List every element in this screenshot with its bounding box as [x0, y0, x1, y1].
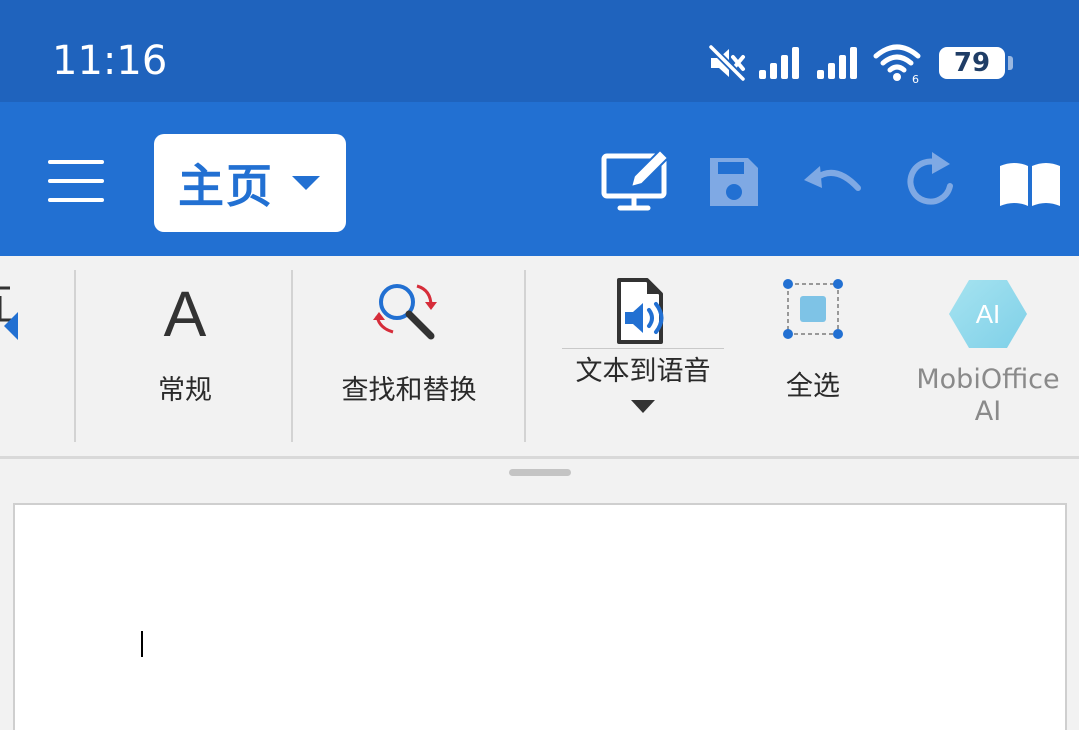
- menu-button[interactable]: [48, 158, 106, 204]
- select-all-button[interactable]: 全选: [780, 276, 846, 403]
- save-icon[interactable]: [706, 154, 762, 210]
- text-to-speech-button[interactable]: 文本到语音: [562, 276, 724, 413]
- status-icons: 6 79: [707, 38, 1015, 88]
- ribbon-separator: [74, 270, 76, 442]
- ribbon-drag-handle[interactable]: [509, 469, 571, 476]
- find-replace-button[interactable]: 查找和替换: [334, 276, 484, 407]
- edit-mode-icon[interactable]: [600, 148, 672, 214]
- previous-tool-icon[interactable]: [0, 282, 20, 342]
- tab-selector[interactable]: 主页: [154, 134, 346, 232]
- mobioffice-ai-button[interactable]: AI MobiOffice AI: [906, 276, 1070, 428]
- app-toolbar: 主页: [0, 102, 1079, 256]
- svg-text:AI: AI: [976, 299, 1001, 329]
- text-to-speech-label: 文本到语音: [575, 356, 711, 387]
- find-replace-icon: [373, 284, 437, 340]
- ribbon-separator: [524, 270, 526, 442]
- dropdown-icon: [292, 176, 320, 190]
- undo-icon[interactable]: [802, 158, 866, 202]
- ribbon: A 常规 查找和替换 文本到语音 全选 AI MobiOffice AI: [0, 256, 1079, 456]
- font-style-icon: A: [163, 278, 207, 350]
- tab-label: 主页: [178, 159, 274, 213]
- select-all-label: 全选: [786, 371, 840, 402]
- redo-icon[interactable]: [904, 150, 960, 210]
- status-time: 11:16: [52, 38, 168, 84]
- menu-icon: [48, 160, 104, 164]
- document-page[interactable]: [13, 503, 1067, 730]
- ai-hexagon-icon: AI: [949, 280, 1027, 348]
- signal-icon: [759, 47, 799, 79]
- svg-text:6: 6: [912, 73, 919, 84]
- find-replace-label: 查找和替换: [341, 375, 477, 406]
- select-all-icon: [783, 279, 843, 339]
- dropdown-arrow-icon[interactable]: [631, 400, 655, 413]
- normal-style-label: 常规: [158, 375, 212, 406]
- ribbon-separator: [291, 270, 293, 442]
- signal-icon: [817, 47, 857, 79]
- mobioffice-ai-label: MobiOffice AI: [916, 364, 1060, 427]
- ribbon-divider: [0, 456, 1079, 459]
- read-mode-icon[interactable]: [998, 158, 1062, 208]
- wifi-icon: 6: [873, 44, 921, 84]
- normal-style-button[interactable]: A 常规: [150, 276, 220, 407]
- battery-level: 79: [953, 48, 991, 78]
- status-bar: 11:16 6 79: [0, 0, 1079, 102]
- mute-icon: [708, 44, 746, 82]
- text-to-speech-icon: [617, 278, 664, 344]
- text-cursor: [141, 631, 143, 657]
- battery-icon: 79: [939, 43, 1015, 83]
